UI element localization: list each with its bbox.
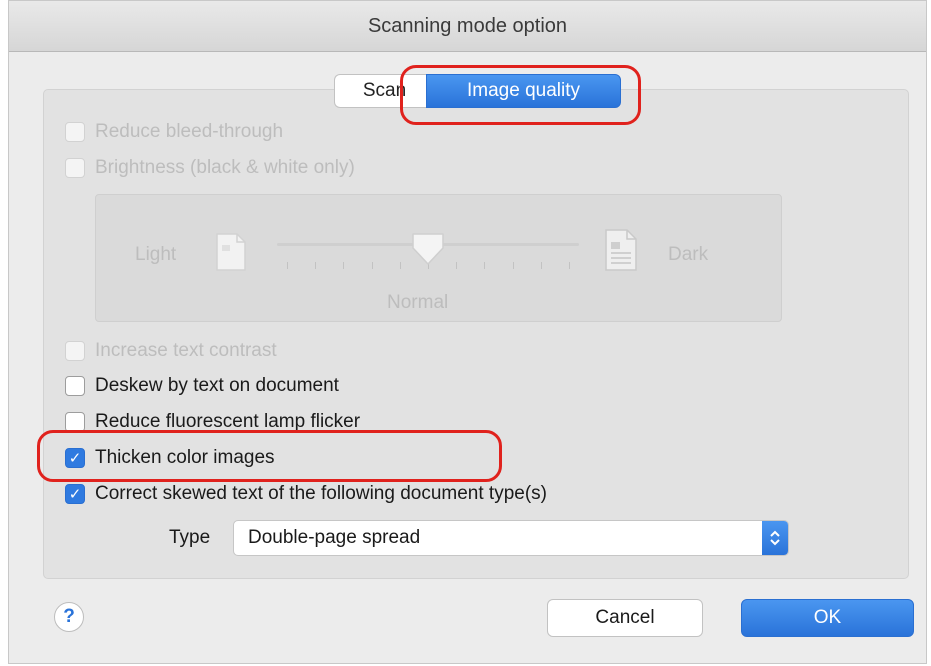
- ok-button[interactable]: OK: [741, 599, 914, 637]
- slider-tick: [569, 262, 570, 269]
- slider-light-label: Light: [135, 244, 177, 265]
- document-dark-icon: [605, 229, 637, 271]
- slider-tick: [343, 262, 345, 269]
- document-light-icon: [216, 233, 246, 271]
- tab-image-quality[interactable]: Image quality: [426, 74, 621, 108]
- deskew-label: Deskew by text on document: [95, 375, 339, 396]
- option-increase-text-contrast[interactable]: Increase text contrast: [65, 340, 277, 362]
- window-title: Scanning mode option: [9, 1, 926, 52]
- checkmark-icon: ✓: [68, 485, 82, 503]
- tab-scan[interactable]: Scan: [334, 74, 426, 108]
- option-correct-skewed-text[interactable]: ✓ Correct skewed text of the following d…: [65, 483, 547, 505]
- deskew-checkbox[interactable]: [65, 376, 85, 396]
- slider-normal-label: Normal: [387, 292, 449, 313]
- scanning-mode-dialog: Scanning mode option Scan Image quality …: [8, 0, 927, 664]
- checkmark-icon: ✓: [68, 449, 82, 467]
- reduce-flicker-checkbox[interactable]: [65, 412, 85, 432]
- slider-tick: [484, 262, 486, 269]
- option-thicken-color-images[interactable]: ✓ Thicken color images: [65, 447, 275, 469]
- document-type-select[interactable]: Double-page spread: [233, 520, 789, 556]
- option-reduce-flicker[interactable]: Reduce fluorescent lamp flicker: [65, 411, 360, 433]
- slider-tick: [315, 262, 317, 269]
- help-icon[interactable]: ?: [54, 602, 84, 632]
- option-deskew[interactable]: Deskew by text on document: [65, 375, 339, 397]
- correct-skew-label: Correct skewed text of the following doc…: [95, 483, 547, 504]
- document-type-value: Double-page spread: [248, 527, 421, 548]
- slider-tick: [512, 262, 514, 269]
- increase-contrast-label: Increase text contrast: [95, 340, 277, 361]
- slider-tick: [399, 262, 401, 269]
- option-brightness[interactable]: Brightness (black & white only): [65, 157, 355, 179]
- slider-tick: [287, 262, 288, 269]
- reduce-bleed-label: Reduce bleed-through: [95, 121, 284, 142]
- reduce-bleed-checkbox[interactable]: [65, 122, 85, 142]
- chevron-updown-icon[interactable]: [762, 521, 788, 555]
- brightness-label: Brightness (black & white only): [95, 157, 355, 178]
- slider-dark-label: Dark: [668, 244, 709, 265]
- slider-tick: [540, 262, 542, 269]
- option-reduce-bleed-through[interactable]: Reduce bleed-through: [65, 121, 283, 143]
- thicken-checkbox[interactable]: ✓: [65, 448, 85, 468]
- slider-tick: [456, 262, 458, 269]
- brightness-checkbox[interactable]: [65, 158, 85, 178]
- cancel-button[interactable]: Cancel: [547, 599, 703, 637]
- correct-skew-checkbox[interactable]: ✓: [65, 484, 85, 504]
- type-label: Type: [169, 527, 211, 548]
- slider-tick: [371, 262, 373, 269]
- tab-bar: Scan Image quality: [334, 74, 621, 108]
- thicken-label: Thicken color images: [95, 447, 275, 468]
- brightness-slider-knob[interactable]: [410, 232, 446, 266]
- increase-contrast-checkbox[interactable]: [65, 341, 85, 361]
- reduce-flicker-label: Reduce fluorescent lamp flicker: [95, 411, 361, 432]
